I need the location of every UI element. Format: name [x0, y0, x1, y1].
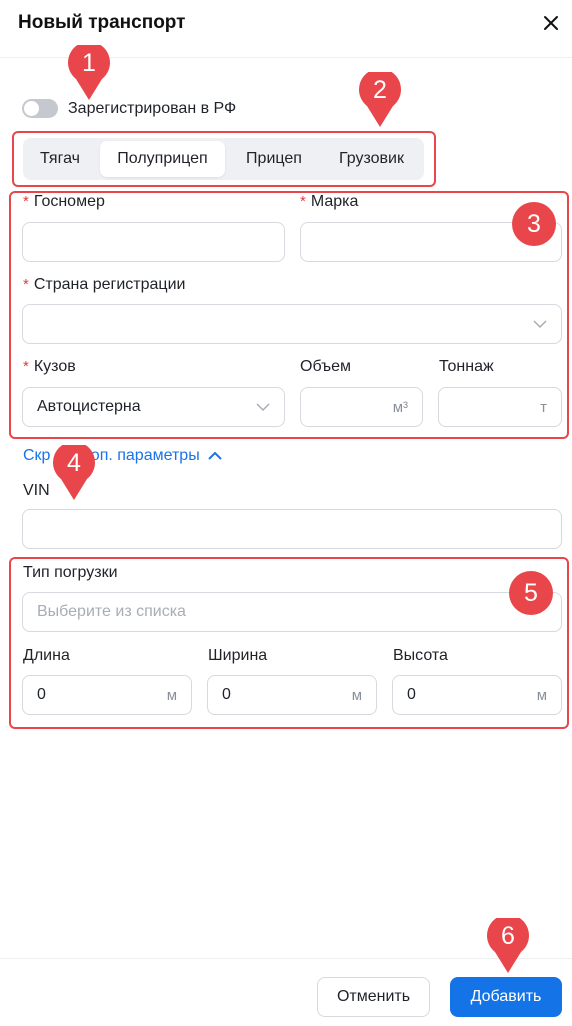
width-label: Ширина — [208, 647, 268, 664]
length-input[interactable]: 0 м — [22, 675, 192, 715]
required-mark: * — [23, 358, 29, 375]
length-unit: м — [166, 686, 177, 704]
registration-toggle[interactable] — [22, 99, 58, 118]
chevron-down-icon — [256, 403, 270, 412]
body-label: * Кузов — [23, 358, 76, 376]
plate-label: * Госномер — [23, 193, 105, 211]
annotation-pin-6: 6 — [486, 914, 530, 974]
link-prefix: Скр — [23, 447, 51, 464]
length-value: 0 — [37, 686, 46, 703]
chevron-down-icon — [533, 320, 547, 329]
body-value: Автоцистерна — [37, 398, 141, 415]
close-icon[interactable] — [538, 10, 564, 36]
tonnage-label: Тоннаж — [439, 358, 494, 375]
height-unit: м — [536, 686, 547, 704]
loading-type-placeholder: Выберите из списка — [37, 603, 186, 620]
height-value: 0 — [407, 686, 416, 703]
country-label: * Страна регистрации — [23, 276, 185, 294]
required-mark: * — [23, 193, 29, 210]
chevron-up-icon — [207, 451, 222, 460]
tonnage-input[interactable]: т — [438, 387, 562, 427]
add-button[interactable]: Добавить — [450, 977, 562, 1017]
tab-tractor[interactable]: Тягач — [27, 141, 93, 177]
loading-type-select[interactable]: Выберите из списка — [22, 592, 562, 632]
brand-label-text: Марка — [310, 193, 359, 210]
required-mark: * — [23, 276, 29, 293]
length-label: Длина — [23, 647, 70, 664]
width-unit: м — [351, 686, 362, 704]
dialog-title: Новый транспорт — [18, 12, 186, 33]
country-select[interactable] — [22, 304, 562, 344]
annotation-number: 6 — [501, 922, 515, 950]
vin-input[interactable] — [22, 509, 562, 549]
loading-type-label: Тип погрузки — [23, 564, 118, 581]
annotation-pin-2: 2 — [358, 68, 402, 128]
tab-semitrailer[interactable]: Полуприцеп — [100, 141, 225, 177]
body-select[interactable]: Автоцистерна — [22, 387, 285, 427]
volume-input[interactable]: м³ — [300, 387, 423, 427]
vehicle-type-tabs: Тягач Полуприцеп Прицеп Грузовик — [23, 138, 424, 180]
cancel-button[interactable]: Отменить — [317, 977, 430, 1017]
toggle-knob — [24, 101, 39, 116]
height-input[interactable]: 0 м — [392, 675, 562, 715]
registration-label: Зарегистрирован в РФ — [68, 100, 237, 117]
plate-label-text: Госномер — [33, 193, 105, 210]
brand-label: * Марка — [300, 193, 358, 211]
plate-input[interactable] — [22, 222, 285, 262]
annotation-number: 4 — [67, 449, 81, 477]
volume-unit: м³ — [392, 398, 408, 416]
country-label-text: Страна регистрации — [33, 276, 186, 293]
annotation-pin-1: 1 — [67, 41, 111, 101]
width-input[interactable]: 0 м — [207, 675, 377, 715]
height-label: Высота — [393, 647, 448, 664]
annotation-number: 2 — [373, 76, 387, 104]
annotation-circle-5: 5 — [509, 571, 553, 615]
required-mark: * — [300, 193, 306, 210]
annotation-pin-4: 4 — [52, 441, 96, 501]
annotation-circle-3: 3 — [512, 202, 556, 246]
link-suffix: доп. параметры — [81, 447, 200, 464]
volume-label: Объем — [300, 358, 351, 375]
tab-truck[interactable]: Грузовик — [323, 141, 420, 177]
toggle-link-text: Скр доп. параметры — [23, 447, 200, 465]
tab-trailer[interactable]: Прицеп — [232, 141, 316, 177]
vin-label: VIN — [23, 482, 50, 499]
width-value: 0 — [222, 686, 231, 703]
body-label-text: Кузов — [33, 358, 76, 375]
tonnage-unit: т — [540, 398, 547, 416]
annotation-number: 1 — [82, 49, 96, 77]
